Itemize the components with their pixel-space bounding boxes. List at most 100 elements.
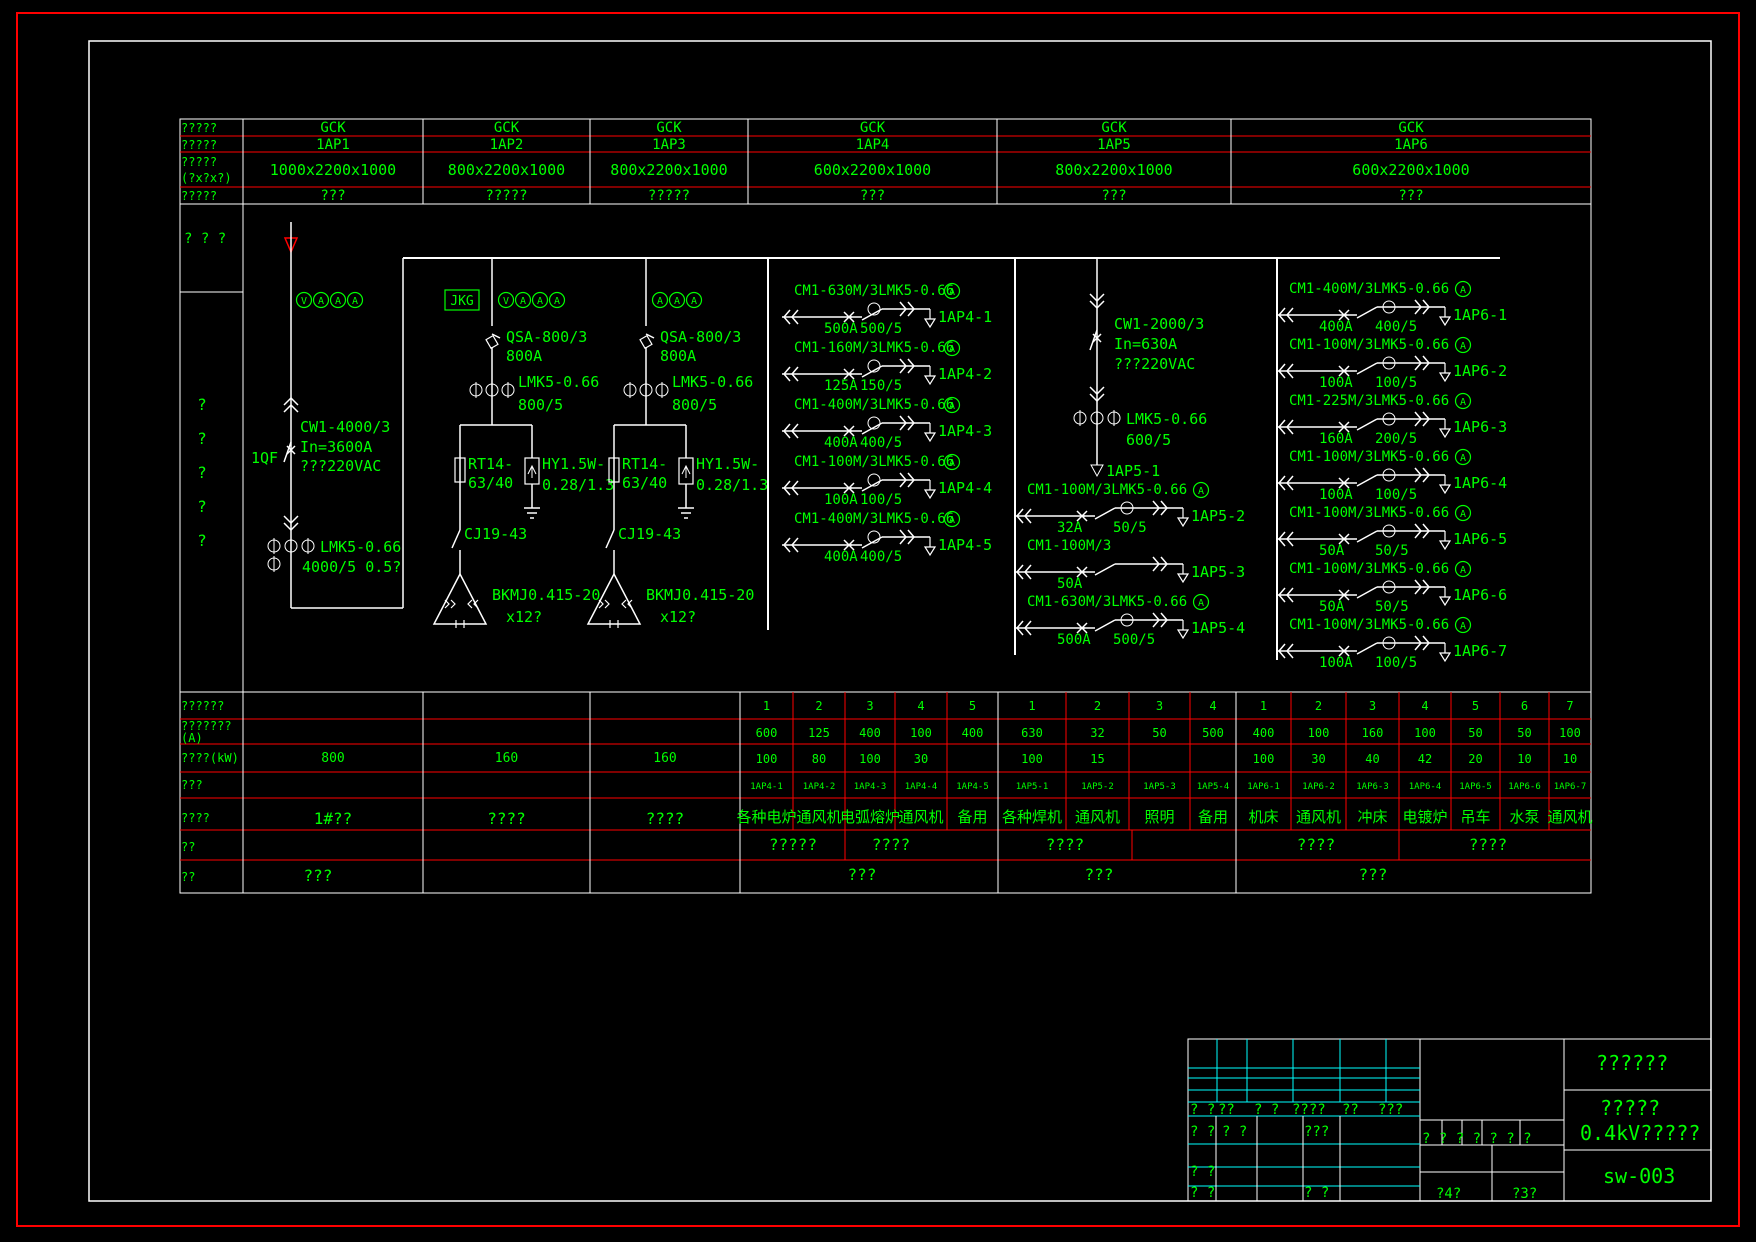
title-text-1: ?????? bbox=[1596, 1051, 1668, 1075]
feeder-ct-ratio: 50/5 bbox=[1375, 599, 1409, 615]
meter-a: A bbox=[949, 287, 955, 298]
circuit-power: 30 bbox=[1311, 752, 1325, 766]
circuit-no: 5 bbox=[969, 699, 976, 713]
circuit-name: 照明 bbox=[1144, 808, 1174, 826]
feeder-ct-ratio: 500/5 bbox=[860, 321, 902, 337]
panel-3-capacitor-meters: AAA bbox=[651, 291, 703, 309]
feeder-ct-ratio: 50/5 bbox=[1375, 543, 1409, 559]
header-label-2: ????? bbox=[181, 138, 217, 152]
feeder-1ap6-7: CM1-100M/3LMK5-0.66 A 100A 100/5 1AP6-7 bbox=[1277, 616, 1507, 671]
capacitor-qty: x12? bbox=[660, 608, 696, 626]
meter-a: A bbox=[949, 458, 955, 469]
circuit-id: 1AP5-1 bbox=[1016, 782, 1049, 792]
circuit-name: 备用 bbox=[1198, 808, 1228, 826]
fuse-model: RT14- bbox=[468, 455, 513, 473]
meter-a: A bbox=[1460, 341, 1466, 352]
unit: ??? bbox=[1359, 865, 1388, 884]
fuse-model: RT14- bbox=[622, 455, 667, 473]
circuit-name: 通风机 bbox=[796, 808, 841, 826]
circuit-power: 10 bbox=[1563, 752, 1577, 766]
feeder-label: CM1-400M/3LMK5-0.66 bbox=[1289, 281, 1449, 297]
p1-ct-ratio: 4000/5 0.5? bbox=[302, 558, 401, 576]
feeder-ct-ratio: 200/5 bbox=[1375, 431, 1417, 447]
sign-label: ? ? bbox=[1190, 1102, 1215, 1118]
sign-label: ?? bbox=[1342, 1102, 1359, 1118]
circuit-power: 10 bbox=[1517, 752, 1531, 766]
meter-a: A bbox=[1198, 598, 1204, 609]
meter-a: A bbox=[520, 296, 526, 307]
circuit-current: 500 bbox=[1202, 726, 1224, 740]
left-label-mark: ? bbox=[197, 395, 207, 414]
feeder-ct-ratio: 400/5 bbox=[860, 549, 902, 565]
circuit-no: 3 bbox=[1156, 699, 1163, 713]
inner-frame bbox=[88, 40, 1712, 1202]
feeder-out: 1AP6-5 bbox=[1453, 530, 1507, 548]
meter-a: A bbox=[949, 515, 955, 526]
feeder-amp: 32A bbox=[1057, 520, 1083, 536]
meter-a: A bbox=[318, 296, 324, 307]
feeder-1ap6-4: CM1-100M/3LMK5-0.66 A 100A 100/5 1AP6-4 bbox=[1277, 448, 1507, 503]
capacitor-qty: x12? bbox=[506, 608, 542, 626]
remark: ???? bbox=[1297, 835, 1336, 854]
circuit-current: 100 bbox=[1414, 726, 1436, 740]
circuit-name: 通风机 bbox=[1075, 808, 1120, 826]
feeder-label: CM1-100M/3LMK5-0.66 bbox=[1289, 505, 1449, 521]
circuit-power: 30 bbox=[914, 752, 928, 766]
wide-name: ???? bbox=[646, 809, 685, 828]
circuit-no: 3 bbox=[1369, 699, 1376, 713]
feeder-out: 1AP6-1 bbox=[1453, 306, 1507, 324]
feeder-1ap6-6: CM1-100M/3LMK5-0.66 A 50A 50/5 1AP6-6 bbox=[1277, 560, 1507, 615]
circuit-power: 15 bbox=[1090, 752, 1104, 766]
feeder-out: 1AP5-4 bbox=[1191, 619, 1245, 637]
arrester-model: HY1.5W- bbox=[542, 455, 605, 473]
switch-rating: 800A bbox=[660, 347, 696, 365]
feeder-ct-ratio: 100/5 bbox=[1375, 375, 1417, 391]
circuit-no: 4 bbox=[1421, 699, 1428, 713]
meter-a: A bbox=[554, 296, 560, 307]
circuit-id: 1AP6-3 bbox=[1356, 782, 1389, 792]
meter-a: A bbox=[1198, 486, 1204, 497]
circuit-id: 1AP5-4 bbox=[1197, 782, 1230, 792]
circuit-name: 电弧熔炉 bbox=[840, 808, 900, 826]
bottom-label-no: ?????? bbox=[181, 699, 224, 713]
feeder-label: CM1-160M/3LMK5-0.66 bbox=[794, 340, 954, 356]
circuit-name: 冲床 bbox=[1357, 808, 1387, 826]
feeder-ct-ratio: 400/5 bbox=[1375, 319, 1417, 335]
feeder-amp: 100A bbox=[824, 492, 858, 508]
feeder-out: 1AP5-3 bbox=[1191, 563, 1245, 581]
remark: ???? bbox=[872, 835, 911, 854]
feeder-out: 1AP4-4 bbox=[938, 479, 992, 497]
feeder-amp: 400A bbox=[824, 435, 858, 451]
circuit-name: 电镀炉 bbox=[1402, 808, 1447, 826]
feeder-amp: 160A bbox=[1319, 431, 1353, 447]
circuit-name: 通风机 bbox=[1296, 808, 1341, 826]
feeder-out: 1AP4-5 bbox=[938, 536, 992, 554]
circuit-name: 各种电炉 bbox=[736, 808, 796, 826]
panel-id: 1AP4 bbox=[856, 137, 890, 153]
left-label-mark: ? bbox=[197, 497, 207, 516]
panel-id: 1AP3 bbox=[652, 137, 686, 153]
feeder-amp: 100A bbox=[1319, 375, 1353, 391]
circuit-id: 1AP5-3 bbox=[1143, 782, 1176, 792]
circuit-power: 100 bbox=[1253, 752, 1275, 766]
circuit-current: 50 bbox=[1517, 726, 1531, 740]
feeder-out: 1AP6-2 bbox=[1453, 362, 1507, 380]
panel-type: GCK bbox=[860, 120, 886, 136]
arrester-rating: 0.28/1.3 bbox=[696, 476, 768, 494]
drawing-number: sw-003 bbox=[1603, 1164, 1675, 1188]
circuit-power: 100 bbox=[859, 752, 881, 766]
circuit-power: 42 bbox=[1418, 752, 1432, 766]
p1-voltage: ???220VAC bbox=[300, 457, 381, 475]
panel-2-capacitor-meters: VAAA bbox=[497, 291, 566, 309]
circuit-current: 50 bbox=[1468, 726, 1482, 740]
circuit-id: 1AP6-4 bbox=[1409, 782, 1442, 792]
bottom-label-power: ????(kW) bbox=[181, 751, 239, 765]
panel-use: ??? bbox=[320, 188, 345, 204]
sign-label: ???? bbox=[1292, 1102, 1326, 1118]
feeder-1ap6-2: CM1-100M/3LMK5-0.66 A 100A 100/5 1AP6-2 bbox=[1277, 336, 1507, 391]
circuit-power: 100 bbox=[756, 752, 778, 766]
circuit-no: 2 bbox=[1094, 699, 1101, 713]
feeder-1ap4-3: CM1-400M/3LMK5-0.66A 400A 400/5 1AP4-3 bbox=[782, 396, 992, 451]
circuit-current: 400 bbox=[1253, 726, 1275, 740]
p1-breaker: CW1-4000/3 bbox=[300, 418, 390, 436]
